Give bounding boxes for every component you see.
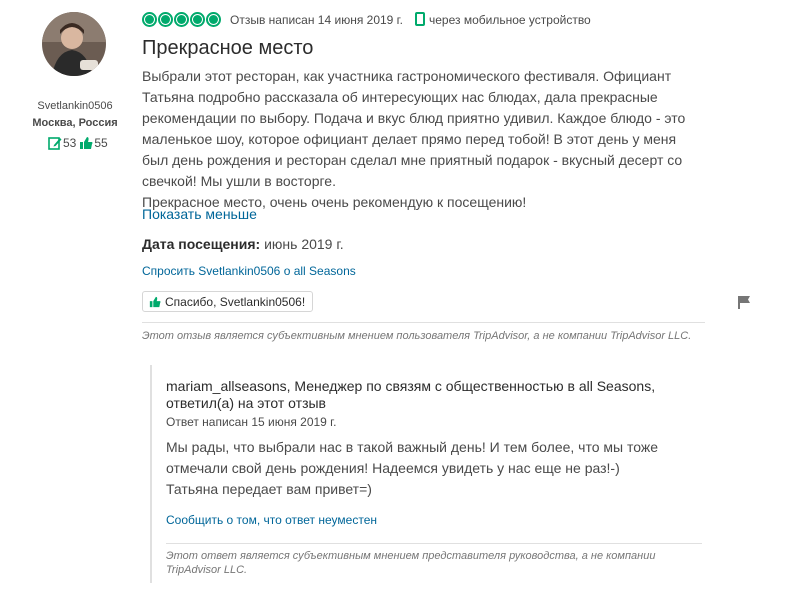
review-body-line: маленькое шоу, которое официант делает п… xyxy=(142,131,677,147)
divider xyxy=(166,543,702,544)
pencil-review-icon xyxy=(48,136,62,150)
visit-date-label: Дата посещения: xyxy=(142,236,261,252)
reviewer-stats: 53 55 xyxy=(48,136,111,150)
response-body-line: Мы рады, что выбрали нас в такой важный … xyxy=(166,439,659,455)
thumbs-up-icon xyxy=(79,136,93,150)
response-body-line: Татьяна передает вам привет=) xyxy=(166,481,372,497)
flag-icon[interactable] xyxy=(737,295,751,309)
thumbs-up-icon xyxy=(149,296,161,308)
review-body: Выбрали этот ресторан, как участника гас… xyxy=(142,66,702,213)
mobile-note: через мобильное устройство xyxy=(429,13,591,27)
divider xyxy=(142,322,705,323)
review-body-line: свечкой! Мы ушли в восторге. xyxy=(142,173,336,189)
review-body-line: был день рождения и ресторан сделал мне … xyxy=(142,152,683,168)
rating-bubble xyxy=(142,12,157,27)
thank-button-label: Спасибо, Svetlankin0506! xyxy=(165,294,306,309)
visit-date-value: июнь 2019 г. xyxy=(264,236,344,252)
response-disclaimer: Этот ответ является субъективным мнением… xyxy=(166,550,656,576)
rating-bubble xyxy=(190,12,205,27)
review-body-line: рекомендации по выбору. Подача и вкус бл… xyxy=(142,110,686,126)
rating-bubble xyxy=(174,12,189,27)
avatar[interactable] xyxy=(42,12,106,76)
show-less-link[interactable]: Показать меньше xyxy=(142,206,257,222)
contributions-count: 53 xyxy=(63,136,77,150)
review-body-line: Выбрали этот ресторан, как участника гас… xyxy=(142,68,672,84)
response-author: mariam_allseasons, Менеджер по связям с … xyxy=(166,378,656,411)
response-body-line: отмечали свой день рождения! Надеемся ув… xyxy=(166,460,620,476)
review-date: Отзыв написан 14 июня 2019 г. xyxy=(230,13,403,27)
avatar-photo xyxy=(42,12,106,76)
ask-reviewer-link[interactable]: Спросить Svetlankin0506 о all Seasons xyxy=(142,264,356,278)
review-title[interactable]: Прекрасное место xyxy=(142,37,313,60)
rating-bubble xyxy=(158,12,173,27)
visit-date: Дата посещения: июнь 2019 г. xyxy=(142,236,344,252)
reviewer-location: Москва, Россия xyxy=(32,117,118,129)
review-body-line: Татьяна подробно рассказала об интересую… xyxy=(142,89,658,105)
review-disclaimer: Этот отзыв является субъективным мнением… xyxy=(142,330,692,342)
rating-bubble xyxy=(206,12,221,27)
bubble-rating-icon xyxy=(142,12,222,27)
response-body: Мы рады, что выбрали нас в такой важный … xyxy=(166,437,696,500)
thank-reviewer-button[interactable]: Спасибо, Svetlankin0506! xyxy=(142,291,314,312)
report-response-link[interactable]: Сообщить о том, что ответ неуместен xyxy=(166,513,377,527)
response-date: Ответ написан 15 июня 2019 г. xyxy=(166,415,337,429)
mobile-phone-icon xyxy=(415,12,425,26)
reviewer-username[interactable]: Svetlankin0506 xyxy=(0,100,150,112)
helpful-votes-count: 55 xyxy=(94,136,108,150)
